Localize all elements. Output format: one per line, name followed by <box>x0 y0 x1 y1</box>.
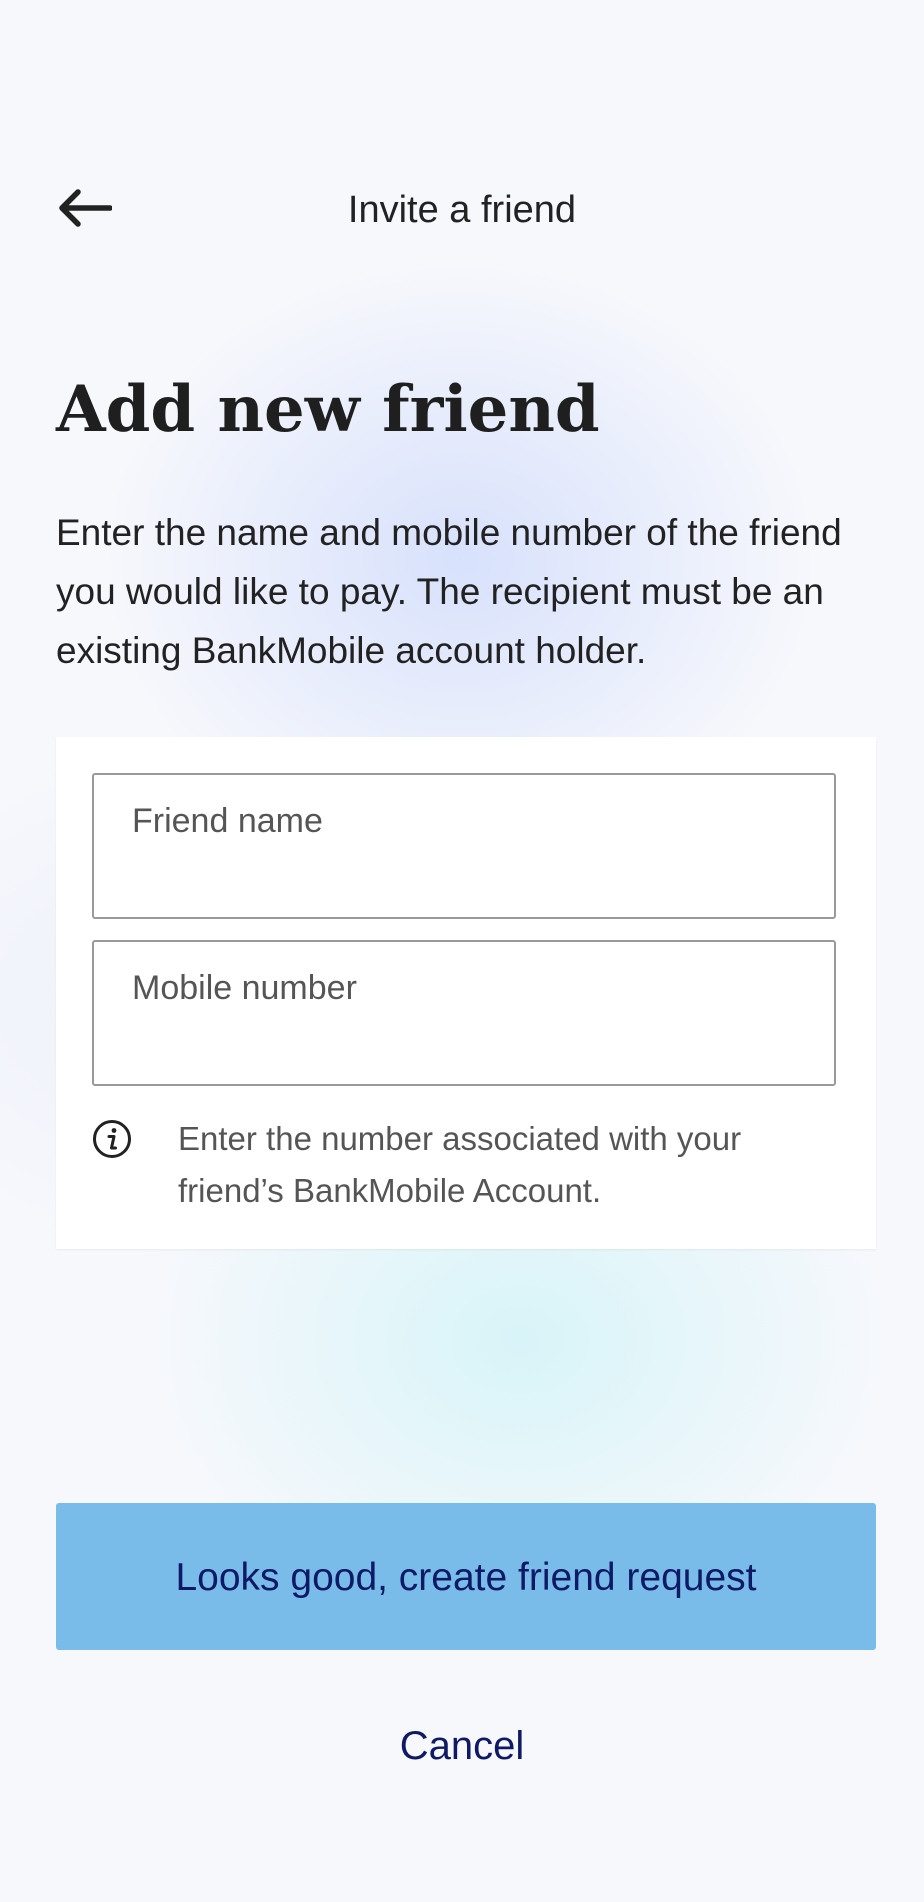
friend-form-card: Friend name Mobile number Enter the numb… <box>56 737 876 1249</box>
create-friend-request-button[interactable]: Looks good, create friend request <box>56 1503 876 1650</box>
friend-name-input[interactable] <box>132 855 796 899</box>
mobile-number-input[interactable] <box>132 1022 796 1066</box>
friend-name-field[interactable]: Friend name <box>92 773 836 919</box>
section-heading: Add new friend <box>56 372 600 447</box>
mobile-number-label: Mobile number <box>132 969 357 1007</box>
cancel-button[interactable]: Cancel <box>0 1722 924 1770</box>
info-icon <box>93 1120 131 1158</box>
description-text: Enter the name and mobile number of the … <box>56 512 842 671</box>
hint-text: Enter the number associated with your fr… <box>178 1120 742 1209</box>
friend-name-label: Friend name <box>132 802 323 840</box>
top-bar: Invite a friend <box>0 160 924 256</box>
mobile-number-field[interactable]: Mobile number <box>92 940 836 1086</box>
page-title: Invite a friend <box>347 189 577 231</box>
